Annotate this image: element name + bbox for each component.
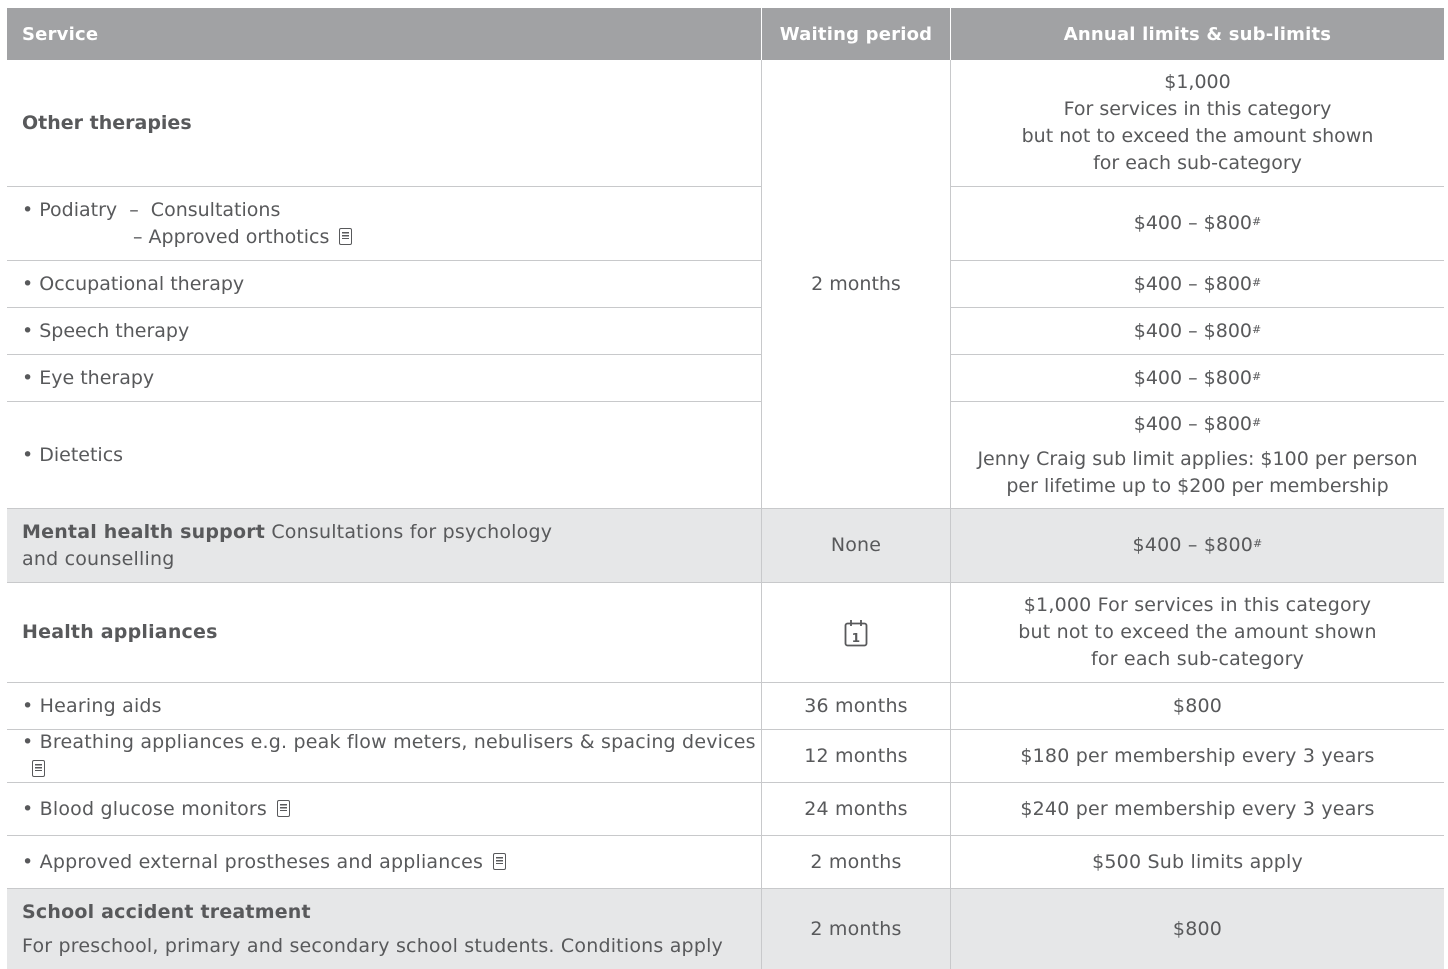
hash-marker: #	[1252, 215, 1262, 228]
school-accident-row: School accident treatment For preschool,…	[7, 889, 1444, 969]
occupational-therapy-label: • Occupational therapy	[22, 272, 245, 295]
limit-line: but not to exceed the amount shown	[1018, 621, 1377, 643]
school-accident-service: School accident treatment For preschool,…	[7, 889, 762, 969]
limit-line: For services in this category	[1063, 98, 1332, 120]
eye-limit-value: $400 – $800	[1133, 366, 1253, 389]
service-cell: • Breathing appliances e.g. peak flow me…	[7, 730, 762, 782]
waiting-cell: 12 months	[762, 730, 951, 782]
hash-marker: #	[1252, 415, 1262, 429]
mental-health-limit-value: $400 – $800	[1132, 534, 1254, 556]
table-header: Service Waiting period Annual limits & s…	[7, 8, 1444, 60]
dietetics-note-line: Jenny Craig sub limit applies: $100 per …	[977, 447, 1418, 470]
podiatry-orthotics: – Approved orthotics	[22, 224, 761, 251]
benefits-table: Service Waiting period Annual limits & s…	[7, 8, 1444, 969]
mental-health-limit: $400 – $800#	[951, 509, 1444, 582]
hash-marker: #	[1252, 275, 1262, 289]
service-label: • Approved external prostheses and appli…	[22, 850, 484, 873]
document-icon[interactable]	[32, 760, 45, 777]
dietetics-limit-value: $400 – $800	[1133, 412, 1253, 435]
hash-marker: #	[1252, 322, 1262, 336]
calendar-icon-number: 1	[852, 631, 861, 645]
eye-therapy-row: • Eye therapy	[7, 355, 761, 402]
other-therapies-label: Other therapies	[22, 111, 192, 134]
hash-marker: #	[1253, 537, 1263, 550]
service-label: • Blood glucose monitors	[22, 797, 268, 820]
dietetics-row: • Dietetics	[7, 402, 761, 509]
table-row: • Approved external prostheses and appli…	[7, 836, 1444, 889]
school-accident-limit: $800	[1172, 917, 1223, 940]
mental-health-service: Mental health support Consultations for …	[7, 509, 762, 582]
speech-limit-value: $400 – $800	[1133, 319, 1253, 342]
limit-line: $1,000 For services in this category	[1023, 594, 1372, 616]
waiting-cell: 24 months	[762, 783, 951, 835]
service-cell: • Blood glucose monitors	[7, 783, 762, 835]
header-waiting-period: Waiting period	[762, 8, 951, 60]
podiatry-limit-value: $400 – $800	[1133, 212, 1253, 234]
limit-line: $1,000	[1164, 71, 1231, 93]
other-therapies-group: Other therapies • Podiatry – Consultatio…	[7, 60, 1444, 509]
podiatry-orthotics-label: – Approved orthotics	[133, 225, 330, 248]
health-appliances-waiting: 1	[762, 583, 951, 682]
table-row: • Blood glucose monitors 24 months $240 …	[7, 783, 1444, 836]
document-icon[interactable]	[277, 799, 291, 817]
health-appliances-row: Health appliances 1 $1,000 For services …	[7, 583, 1444, 683]
service-label: • Breathing appliances e.g. peak flow me…	[22, 731, 756, 753]
service-cell: • Approved external prostheses and appli…	[7, 836, 762, 888]
limit-line: but not to exceed the amount shown	[1021, 125, 1374, 147]
eye-limit: $400 – $800#	[951, 355, 1444, 402]
header-annual-limits: Annual limits & sub-limits	[1063, 23, 1332, 45]
limit-line: for each sub-category	[1093, 152, 1302, 174]
document-icon[interactable]	[493, 852, 507, 870]
speech-limit: $400 – $800#	[951, 308, 1444, 355]
occupational-limit: $400 – $800#	[951, 261, 1444, 308]
waiting-cell: 36 months	[762, 683, 951, 729]
service-cell: • Hearing aids	[7, 683, 762, 729]
speech-therapy-label: • Speech therapy	[22, 319, 190, 342]
dietetics-note-line: per lifetime up to $200 per membership	[1006, 474, 1389, 497]
podiatry-row: • Podiatry – Consultations – Approved or…	[7, 187, 761, 261]
mental-health-desc: Consultations for psychology	[265, 520, 553, 543]
other-therapies-row: Other therapies	[7, 60, 761, 187]
health-appliances-limit: $1,000 For services in this category but…	[951, 583, 1444, 682]
occupational-limit-value: $400 – $800	[1133, 272, 1253, 295]
health-appliances-service: Health appliances	[7, 583, 762, 682]
limit-cell: $500 Sub limits apply	[1092, 850, 1303, 873]
other-therapies-limit: $1,000 For services in this category but…	[951, 60, 1444, 187]
limit-line: for each sub-category	[1090, 648, 1305, 670]
document-icon[interactable]	[339, 227, 353, 245]
limit-cell: $180 per membership every 3 years	[1020, 744, 1375, 767]
dietetics-label: • Dietetics	[22, 443, 124, 466]
podiatry-consultations: • Podiatry – Consultations	[22, 198, 281, 221]
school-accident-waiting: 2 months	[762, 889, 951, 969]
occupational-therapy-row: • Occupational therapy	[7, 261, 761, 308]
limit-cell: $800	[1172, 694, 1223, 717]
hash-marker: #	[1252, 369, 1262, 383]
eye-therapy-label: • Eye therapy	[22, 366, 155, 389]
health-appliances-label: Health appliances	[22, 621, 218, 643]
limit-cell: $240 per membership every 3 years	[1020, 797, 1375, 820]
table-row: • Hearing aids 36 months $800	[7, 683, 1444, 730]
podiatry-limit: $400 – $800#	[951, 187, 1444, 261]
waiting-cell: 2 months	[762, 836, 951, 888]
calendar-icon[interactable]: 1	[844, 619, 868, 647]
dietetics-limit: $400 – $800# Jenny Craig sub limit appli…	[951, 402, 1444, 509]
school-accident-label: School accident treatment	[22, 900, 311, 923]
mental-health-label: Mental health support	[22, 520, 266, 543]
header-service: Service	[7, 8, 762, 60]
mental-health-waiting: None	[762, 509, 951, 582]
speech-therapy-row: • Speech therapy	[7, 308, 761, 355]
school-accident-desc: For preschool, primary and secondary sch…	[22, 934, 724, 957]
service-label: • Hearing aids	[22, 694, 162, 717]
other-therapies-waiting: 2 months	[762, 60, 951, 509]
mental-health-desc-line2: and counselling	[22, 547, 175, 570]
mental-health-row: Mental health support Consultations for …	[7, 509, 1444, 583]
table-row: • Breathing appliances e.g. peak flow me…	[7, 730, 1444, 783]
